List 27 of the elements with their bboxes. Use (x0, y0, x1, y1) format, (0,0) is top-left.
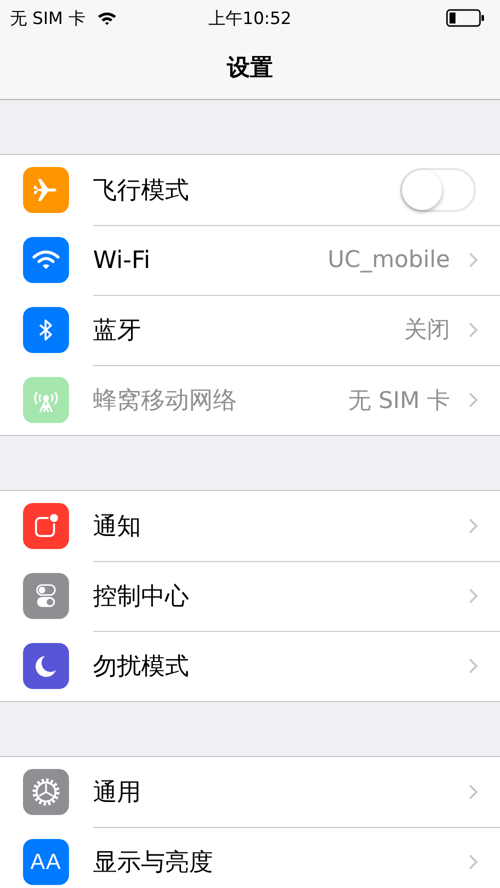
row-label: 蜂窝移动网络 (93, 385, 238, 416)
clock-text: 上午10:52 (208, 8, 292, 30)
row-value: UC_mobile (328, 246, 450, 272)
row-label: 控制中心 (93, 580, 190, 612)
wifi-icon (97, 11, 118, 25)
row-label: 通知 (93, 510, 142, 542)
row-label: Wi-Fi (93, 246, 152, 274)
row-label: 显示与亮度 (93, 847, 214, 878)
chevron-icon (468, 252, 478, 268)
row-label: 蓝牙 (93, 314, 142, 346)
carrier-text: 无 SIM 卡 (10, 8, 86, 30)
chevron-icon (468, 588, 478, 604)
row-label: 飞行模式 (93, 174, 190, 206)
toggle-switch[interactable] (400, 168, 476, 212)
chevron-icon (468, 518, 478, 534)
row-value: 无 SIM 卡 (348, 386, 450, 416)
display-icon: AA (23, 839, 69, 885)
chevron-icon (468, 392, 478, 408)
battery-icon (446, 9, 486, 27)
row-label: 通用 (93, 776, 142, 808)
chevron-icon (468, 658, 478, 674)
chevron-icon (468, 784, 478, 800)
chevron-icon (468, 322, 478, 338)
row-value: 关闭 (404, 316, 450, 345)
page-title: 设置 (227, 54, 273, 83)
chevron-icon (468, 854, 478, 870)
row-label: 勿扰模式 (93, 651, 190, 682)
